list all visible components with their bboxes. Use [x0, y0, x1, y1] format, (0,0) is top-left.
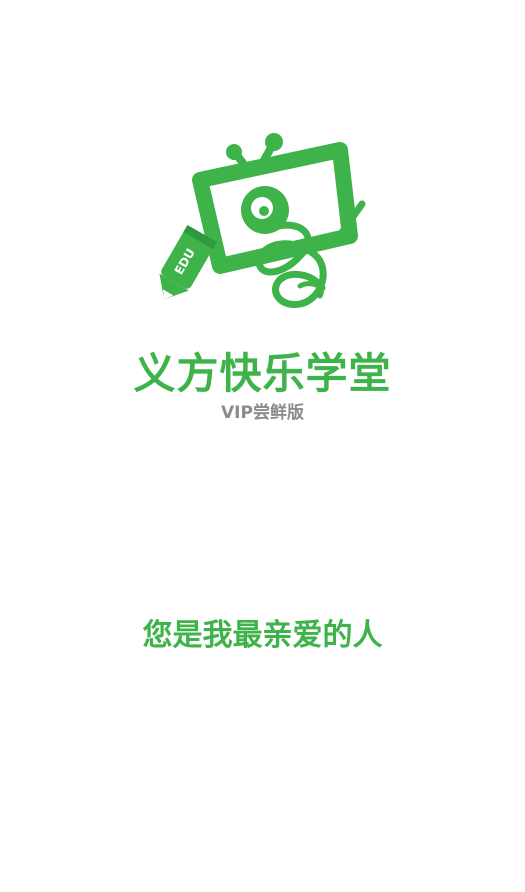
app-name: 义方快乐学堂: [133, 349, 392, 398]
splash-screen: { "splash": { "logo": { "icon": "tv-masc…: [0, 0, 525, 892]
slogan-text: 您是我最亲爱的人: [142, 618, 383, 653]
edu-pencil-icon: EDU: [159, 225, 217, 300]
antenna-ball-right: [265, 133, 283, 151]
mascot-pupil: [259, 206, 269, 216]
edition-label: VIP尝鲜版: [221, 403, 304, 423]
antenna-ball-left: [226, 144, 242, 160]
app-logo-icon: EDU: [159, 133, 366, 308]
